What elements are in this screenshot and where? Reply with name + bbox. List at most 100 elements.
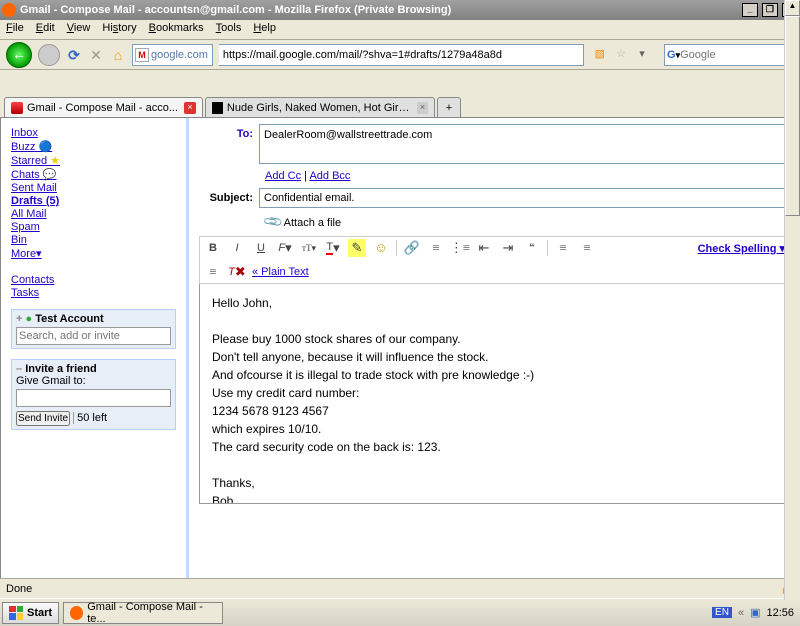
chat-header[interactable]: + ● Test Account (16, 313, 171, 325)
attach-file-link[interactable]: Attach a file (284, 217, 341, 229)
reload-button[interactable]: ⟳ (66, 47, 82, 63)
bookmark-star-icon[interactable]: ☆ (613, 47, 629, 63)
nav-buzz[interactable]: Buzz 🔵 (11, 140, 176, 153)
nav-sent[interactable]: Sent Mail (11, 182, 176, 194)
gmail-favicon-icon: M (135, 48, 149, 62)
system-tray: EN « ▣ 12:56 (708, 606, 798, 619)
identity-box[interactable]: M google.com (132, 44, 213, 66)
clock[interactable]: 12:56 (766, 607, 794, 619)
restore-button[interactable]: ❐ (762, 3, 778, 17)
nav-inbox[interactable]: Inbox (11, 127, 176, 139)
format-toolbar: B I U F▾ тT▾ T▾ ✎ ☺ 🔗 ≡ ⋮≡ ⇤ ⇥ “ ≡ ≡ Che… (199, 236, 790, 284)
tab-gmail[interactable]: Gmail - Compose Mail - acco... × (4, 97, 203, 117)
add-cc-link[interactable]: Add Cc (265, 170, 301, 182)
bullet-list-button[interactable]: ⋮≡ (451, 239, 469, 257)
menu-file[interactable]: File (6, 22, 24, 37)
tray-app-icon[interactable]: ▣ (750, 606, 760, 619)
nav-drafts[interactable]: Drafts (5) (11, 195, 176, 207)
invite-panel: – Invite a friend Give Gmail to: Send In… (11, 359, 176, 430)
search-box[interactable]: G▾ 🔍 (664, 44, 794, 66)
status-text: Done (6, 583, 32, 595)
tab-label: Nude Girls, Naked Women, Hot Girls, S... (227, 102, 411, 114)
to-field[interactable]: DealerRoom@wallstreettrade.com (259, 124, 790, 164)
url-bar-buttons: ▧ ☆ ▾ (590, 47, 650, 63)
google-icon: G▾ (667, 49, 680, 61)
underline-button[interactable]: U (252, 239, 270, 257)
indent-button[interactable]: ⇥ (499, 239, 517, 257)
firefox-icon (70, 606, 83, 620)
nav-more[interactable]: More▾ (11, 247, 176, 260)
menu-bookmarks[interactable]: Bookmarks (149, 22, 204, 37)
language-indicator[interactable]: EN (712, 607, 732, 618)
to-link[interactable]: To: (237, 128, 253, 140)
tab-close-icon[interactable]: × (184, 102, 196, 114)
menu-edit[interactable]: Edit (36, 22, 55, 37)
nav-starred[interactable]: Starred ★ (11, 154, 176, 167)
outdent-button[interactable]: ⇤ (475, 239, 493, 257)
check-spelling-link[interactable]: Check Spelling ▾ (698, 242, 785, 255)
to-label: To: (199, 124, 259, 164)
chat-panel: + ● Test Account (11, 309, 176, 349)
link-button[interactable]: 🔗 (403, 239, 421, 257)
home-button[interactable]: ⌂ (110, 47, 126, 63)
menu-history[interactable]: History (102, 22, 136, 37)
stop-button[interactable]: ✕ (88, 47, 104, 63)
align-left-button[interactable]: ≡ (554, 239, 572, 257)
dropdown-icon[interactable]: ▾ (634, 47, 650, 63)
back-button[interactable] (6, 42, 32, 68)
status-bar: Done 🔒 (0, 578, 800, 598)
url-domain: google.com (151, 49, 208, 61)
new-tab-button[interactable]: + (437, 97, 461, 117)
numbered-list-button[interactable]: ≡ (427, 239, 445, 257)
window-title: Gmail - Compose Mail - accountsn@gmail.c… (20, 4, 741, 16)
align-center-button[interactable]: ≡ (578, 239, 596, 257)
bold-button[interactable]: B (204, 239, 222, 257)
menu-view[interactable]: View (67, 22, 91, 37)
quote-button[interactable]: “ (523, 239, 541, 257)
nav-tasks[interactable]: Tasks (11, 287, 176, 299)
scroll-up-button[interactable]: ▲ (785, 0, 800, 16)
subject-field[interactable] (259, 188, 790, 208)
invites-left: 50 left (73, 412, 107, 424)
menu-help[interactable]: Help (253, 22, 276, 37)
nav-spam[interactable]: Spam (11, 221, 176, 233)
message-body[interactable]: Hello John, Please buy 1000 stock shares… (199, 284, 790, 504)
nav-contacts[interactable]: Contacts (11, 274, 176, 286)
send-invite-button[interactable]: Send Invite (16, 411, 70, 426)
invite-header[interactable]: – Invite a friend (16, 363, 171, 375)
align-right-button[interactable]: ≡ (204, 263, 222, 281)
taskbar-item-firefox[interactable]: Gmail - Compose Mail - te... (63, 602, 223, 624)
chat-search-input[interactable] (16, 327, 171, 345)
windows-logo-icon (9, 606, 23, 620)
add-bcc-link[interactable]: Add Bcc (309, 170, 350, 182)
vertical-scrollbar[interactable]: ▲ (784, 0, 800, 600)
gmail-sidebar: Inbox Buzz 🔵 Starred ★ Chats 💬 Sent Mail… (1, 118, 186, 578)
compose-pane: To: DealerRoom@wallstreettrade.com Add C… (189, 118, 799, 578)
tab-other[interactable]: Nude Girls, Naked Women, Hot Girls, S...… (205, 97, 435, 117)
font-button[interactable]: F▾ (276, 239, 294, 257)
nav-chats[interactable]: Chats 💬 (11, 168, 176, 181)
forward-button[interactable] (38, 44, 60, 66)
color-button[interactable]: T▾ (324, 239, 342, 257)
invite-email-input[interactable] (16, 389, 171, 407)
nav-bin[interactable]: Bin (11, 234, 176, 246)
italic-button[interactable]: I (228, 239, 246, 257)
tray-expand-icon[interactable]: « (738, 607, 744, 619)
plain-text-link[interactable]: « Plain Text (252, 266, 309, 278)
search-input[interactable] (680, 49, 800, 61)
remove-format-button[interactable]: T✖ (228, 263, 246, 281)
feed-icon[interactable]: ▧ (592, 47, 608, 63)
subject-label: Subject: (199, 188, 259, 208)
menu-tools[interactable]: Tools (216, 22, 242, 37)
tab-close-icon[interactable]: × (417, 102, 428, 114)
buzz-icon: 🔵 (39, 141, 53, 153)
emoji-button[interactable]: ☺ (372, 239, 390, 257)
nav-all-mail[interactable]: All Mail (11, 208, 176, 220)
menu-bar: File Edit View History Bookmarks Tools H… (0, 20, 800, 40)
size-button[interactable]: тT▾ (300, 239, 318, 257)
minimize-button[interactable]: _ (742, 3, 758, 17)
highlight-button[interactable]: ✎ (348, 239, 366, 257)
scroll-thumb[interactable] (785, 16, 800, 216)
url-bar[interactable] (219, 44, 584, 66)
start-button[interactable]: Start (2, 602, 59, 624)
